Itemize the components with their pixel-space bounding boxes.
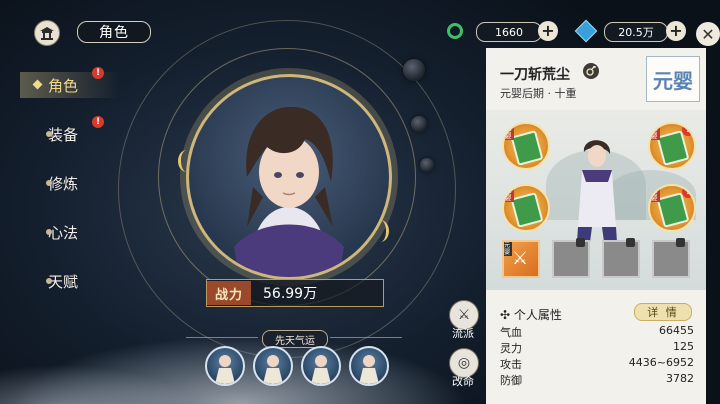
- lock-icon: [576, 238, 585, 247]
- nav-dot-icon: [46, 278, 52, 284]
- lock-icon: [676, 238, 685, 247]
- game-screen: 角色 1660 + 20.5万 + ✕ 角色 ! 装备 ! 修炼 心法 天赋 战…: [0, 0, 720, 404]
- nav-dot-icon: [46, 180, 52, 186]
- nav-item-label: 修炼: [48, 174, 79, 193]
- phoenix-ornament-right: [372, 220, 389, 242]
- character-name: 一刀斩荒尘: [500, 67, 570, 83]
- add-jade-button[interactable]: +: [538, 21, 558, 41]
- divider-line: [186, 337, 258, 338]
- manual-icon: [510, 130, 544, 166]
- close-button[interactable]: ✕: [696, 22, 720, 46]
- compass-icon: ✣: [500, 308, 514, 322]
- realm-tag: 元婴: [504, 124, 514, 140]
- lock-icon: [626, 238, 635, 247]
- pavilion-icon: [40, 27, 54, 40]
- nav-dot-icon: [46, 131, 52, 137]
- combat-power-tag: 战力: [207, 281, 251, 305]
- nav-item-label: 天赋: [48, 272, 79, 291]
- jade-icon: [447, 23, 463, 39]
- nav-item-character[interactable]: 角色 !: [20, 67, 120, 98]
- manual-icon: [510, 192, 544, 228]
- nav-item-label: 心法: [48, 223, 79, 242]
- attribute-value: 4436~6952: [628, 356, 694, 369]
- skill-slot-3[interactable]: [602, 238, 640, 278]
- fortune-slot-2[interactable]: [253, 346, 293, 386]
- character-portrait[interactable]: [186, 74, 392, 280]
- faction-label: 流派: [452, 327, 474, 340]
- nav-item-label: 角色: [48, 76, 79, 95]
- nav-item-equipment[interactable]: 装备 !: [20, 116, 120, 147]
- realm-tag: 元婴: [650, 186, 660, 202]
- attribute-row-spirit: 灵力 125: [500, 340, 694, 356]
- attribute-row-attack: 攻击 4436~6952: [500, 356, 694, 372]
- nav-item-mind-method[interactable]: 心法: [20, 219, 120, 245]
- character-info-panel: 一刀斩荒尘 元婴后期 · 十重 元婴 元婴 元婴 元婴 ! 元婴 ! ⚔ 元婴 …: [486, 48, 706, 404]
- fortune-slot-4[interactable]: [349, 346, 389, 386]
- attribute-label: 攻击: [500, 358, 522, 371]
- orbit-bead: [411, 116, 427, 132]
- orbit-bead: [403, 59, 425, 81]
- home-button[interactable]: [34, 20, 60, 46]
- jade-resource-value: 1660: [476, 22, 542, 42]
- skill-slot-4[interactable]: [652, 238, 690, 278]
- gender-icon[interactable]: [583, 63, 599, 79]
- gear-slot-accessory[interactable]: 元婴 !: [648, 122, 696, 170]
- attribute-label: 气血: [500, 326, 522, 339]
- attribute-row-defense: 防御 3782: [500, 372, 694, 388]
- divider-line: [330, 337, 402, 338]
- manual-icon: [656, 192, 690, 228]
- nav-item-cultivation[interactable]: 修炼: [20, 170, 120, 196]
- sword-icon: ⚔: [512, 248, 529, 269]
- nav-diamond-icon: [32, 79, 43, 90]
- figure-icon: [311, 355, 331, 384]
- alert-badge: !: [682, 124, 694, 136]
- attribute-label: 防御: [500, 374, 522, 387]
- swirl-icon: ◎: [457, 355, 471, 371]
- figure-icon: [359, 355, 379, 384]
- alert-badge: !: [682, 186, 694, 198]
- attribute-value: 125: [673, 340, 694, 353]
- nav-dot-icon: [46, 229, 52, 235]
- spirit-stone-icon: [574, 19, 598, 43]
- skill-slot-2[interactable]: [552, 238, 590, 278]
- attribute-value: 66455: [659, 324, 694, 337]
- phoenix-ornament-left: [178, 150, 195, 172]
- fortune-slot-1[interactable]: [205, 346, 245, 386]
- figure-icon: [215, 355, 235, 384]
- realm-tag: 元婴: [504, 242, 512, 256]
- attribute-label: 灵力: [500, 342, 522, 355]
- fortune-slot-3[interactable]: [301, 346, 341, 386]
- hero-illustration: [234, 106, 344, 277]
- nav-item-talent[interactable]: 天赋: [20, 268, 120, 294]
- realm-level: 元婴后期 · 十重: [500, 87, 577, 100]
- attribute-value: 3782: [666, 372, 694, 385]
- attribute-row-hp: 气血 66455: [500, 324, 694, 340]
- manual-icon: [656, 130, 690, 166]
- attributes-header: ✣ 个人属性: [500, 306, 562, 323]
- add-spirit-stone-button[interactable]: +: [666, 21, 686, 41]
- realm-seal: 元婴: [646, 56, 700, 102]
- spirit-stone-resource-value: 20.5万: [604, 22, 668, 42]
- combat-power-bar: 战力 56.99万: [206, 279, 384, 307]
- gear-slot-weapon[interactable]: 元婴: [502, 122, 550, 170]
- details-button[interactable]: 详 情: [634, 303, 692, 321]
- figure-icon: [263, 355, 283, 384]
- close-icon: ✕: [701, 24, 715, 44]
- sword-sigil-icon: ⚔: [457, 307, 471, 323]
- change-fate-label: 改命: [452, 375, 474, 388]
- nav-item-label: 装备: [48, 125, 79, 144]
- realm-tag: 元婴: [650, 124, 660, 140]
- alert-badge: !: [92, 67, 104, 79]
- page-title: 角色: [77, 21, 151, 43]
- alert-badge: !: [92, 116, 104, 128]
- combat-power-value: 56.99万: [263, 286, 318, 302]
- orbit-bead: [420, 158, 434, 172]
- skill-slot-1[interactable]: ⚔ 元婴: [502, 240, 540, 278]
- realm-tag: 元婴: [504, 186, 514, 202]
- gear-slot-armor[interactable]: 元婴: [502, 184, 550, 232]
- attributes-header-label: 个人属性: [513, 308, 562, 322]
- gear-slot-boots[interactable]: 元婴 !: [648, 184, 696, 232]
